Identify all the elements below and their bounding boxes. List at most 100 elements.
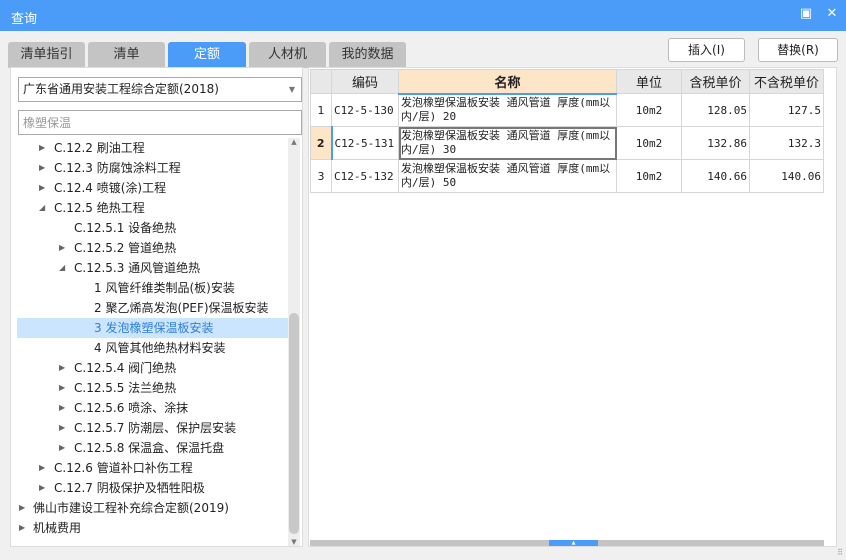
tree-node[interactable]: ▶ C.12.5.8 保温盒、保温托盘 <box>17 438 289 458</box>
tree-node-label: C.12.5.6 喷涂、涂抹 <box>74 401 189 415</box>
left-panel: 广东省通用安装工程综合定额(2018) ▼ ▶ C.12.2 刷油工程 ▶ C.12.… <box>10 67 303 547</box>
code-cell[interactable]: C12-5-132 <box>331 159 399 193</box>
tree-node[interactable]: ▶ 佛山市建设工程补充综合定额(2019) <box>17 498 289 518</box>
tree-node[interactable]: 3 发泡橡塑保温板安装 <box>17 318 289 338</box>
tab-quota[interactable]: 定额 <box>168 42 246 68</box>
tree-node[interactable]: ▶ C.12.3 防腐蚀涂料工程 <box>17 158 289 178</box>
tree-scrollbar[interactable]: ▲ ▼ <box>288 138 300 546</box>
collapsed-arrow-icon[interactable]: ▶ <box>59 398 65 418</box>
tree-node-label: C.12.5 绝热工程 <box>54 201 145 215</box>
tab-my-data[interactable]: 我的数据 <box>329 42 406 68</box>
row-number[interactable]: 1 <box>310 93 332 127</box>
tree-node[interactable]: 4 风管其他绝热材料安装 <box>17 338 289 358</box>
tax-price-cell[interactable]: 132.86 <box>681 126 750 160</box>
close-icon[interactable]: ✕ <box>824 6 840 22</box>
code-cell[interactable]: C12-5-130 <box>331 93 399 127</box>
col-tax-price[interactable]: 含税单价 <box>681 69 750 94</box>
library-select[interactable]: 广东省通用安装工程综合定额(2018) ▼ <box>18 77 302 102</box>
tree-node-label: C.12.7 阴极保护及牺牲阳极 <box>54 481 205 495</box>
row-number[interactable]: 3 <box>310 159 332 193</box>
tree-node-label: C.12.5.1 设备绝热 <box>74 221 177 235</box>
tree-node[interactable]: ▶ 机械费用 <box>17 518 289 538</box>
tree-node-label: C.12.3 防腐蚀涂料工程 <box>54 161 181 175</box>
tree-node[interactable]: ▶ C.12.7 阴极保护及牺牲阳极 <box>17 478 289 498</box>
collapsed-arrow-icon[interactable]: ▶ <box>59 438 65 458</box>
tree-node[interactable]: C.12.5.1 设备绝热 <box>17 218 289 238</box>
results-table: 编码 名称 单位 含税单价 不含税单价 1 C12-5-130 发泡橡塑保温板安装 … <box>310 69 824 193</box>
collapsed-arrow-icon[interactable]: ▶ <box>59 358 65 378</box>
tree-node[interactable]: 2 聚乙烯高发泡(PEF)保温板安装 <box>17 298 289 318</box>
collapsed-arrow-icon[interactable]: ▶ <box>19 498 25 518</box>
insert-button[interactable]: 插入(I) <box>668 38 745 62</box>
col-notax-price[interactable]: 不含税单价 <box>749 69 824 94</box>
col-name[interactable]: 名称 <box>398 69 617 95</box>
horizontal-scrollbar[interactable]: ▲ <box>310 540 824 546</box>
tree-node[interactable]: ▶ C.12.5.5 法兰绝热 <box>17 378 289 398</box>
collapsed-arrow-icon[interactable]: ▶ <box>59 378 65 398</box>
tree-node[interactable]: ▶ C.12.5.7 防潮层、保护层安装 <box>17 418 289 438</box>
tab-list-guide[interactable]: 清单指引 <box>8 42 85 68</box>
restore-icon[interactable]: ▣ <box>798 6 814 22</box>
code-cell[interactable]: C12-5-131 <box>331 126 399 160</box>
row-number[interactable]: 2 <box>310 126 333 160</box>
tree-node-label: 2 聚乙烯高发泡(PEF)保温板安装 <box>94 301 269 315</box>
notax-price-cell[interactable]: 132.3 <box>749 126 824 160</box>
search-input[interactable] <box>18 110 302 135</box>
tree-node-label: C.12.4 喷镀(涂)工程 <box>54 181 167 195</box>
tree-node-label: C.12.5.7 防潮层、保护层安装 <box>74 421 237 435</box>
tree-node-label: C.12.5.3 通风管道绝热 <box>74 261 201 275</box>
tree-node[interactable]: ▶ C.12.4 喷镀(涂)工程 <box>17 178 289 198</box>
tab-labor-material[interactable]: 人材机 <box>249 42 326 68</box>
tree-node[interactable]: ◢ C.12.5.3 通风管道绝热 <box>17 258 289 278</box>
unit-cell[interactable]: 10m2 <box>616 126 682 160</box>
tax-price-cell[interactable]: 140.66 <box>681 159 750 193</box>
collapsed-arrow-icon[interactable]: ▶ <box>39 158 45 178</box>
col-unit[interactable]: 单位 <box>616 69 682 94</box>
tree-node[interactable]: 1 风管纤维类制品(板)安装 <box>17 278 289 298</box>
unit-cell[interactable]: 10m2 <box>616 159 682 193</box>
tree-node[interactable]: ▶ C.12.5.6 喷涂、涂抹 <box>17 398 289 418</box>
collapsed-arrow-icon[interactable]: ▶ <box>39 178 45 198</box>
scroll-down-icon[interactable]: ▼ <box>288 538 300 546</box>
name-cell[interactable]: 发泡橡塑保温板安装 通风管道 厚度(mm以内/层) 20 <box>398 93 617 127</box>
results-panel: 编码 名称 单位 含税单价 不含税单价 1 C12-5-130 发泡橡塑保温板安装 … <box>308 67 837 547</box>
name-cell[interactable]: 发泡橡塑保温板安装 通风管道 厚度(mm以内/层) 50 <box>398 159 617 193</box>
col-code[interactable]: 编码 <box>331 69 399 94</box>
tree-node[interactable]: ▶ C.12.5.4 阀门绝热 <box>17 358 289 378</box>
window-title: 查询 <box>11 12 38 27</box>
tree-node-label: 1 风管纤维类制品(板)安装 <box>94 281 235 295</box>
scroll-up-icon[interactable]: ▲ <box>288 138 300 146</box>
expanded-arrow-icon[interactable]: ◢ <box>59 258 65 278</box>
notax-price-cell[interactable]: 140.06 <box>749 159 824 193</box>
tree-node[interactable]: ▶ C.12.5.2 管道绝热 <box>17 238 289 258</box>
scrollbar-thumb[interactable] <box>289 313 299 534</box>
replace-button[interactable]: 替换(R) <box>758 38 838 62</box>
tree-node-label: 机械费用 <box>33 521 82 535</box>
collapsed-arrow-icon[interactable]: ▶ <box>39 478 45 498</box>
table-row[interactable]: 2 C12-5-131 发泡橡塑保温板安装 通风管道 厚度(mm以内/层) 30 10… <box>310 126 824 160</box>
table-row[interactable]: 3 C12-5-132 发泡橡塑保温板安装 通风管道 厚度(mm以内/层) 50 10… <box>310 159 824 193</box>
tree-node-label: 4 风管其他绝热材料安装 <box>94 341 226 355</box>
resize-grip-icon[interactable]: ⠿ <box>837 548 843 557</box>
unit-cell[interactable]: 10m2 <box>616 93 682 127</box>
tax-price-cell[interactable]: 128.05 <box>681 93 750 127</box>
collapsed-arrow-icon[interactable]: ▶ <box>39 138 45 158</box>
notax-price-cell[interactable]: 127.5 <box>749 93 824 127</box>
tree-node[interactable]: ▶ C.12.2 刷油工程 <box>17 138 289 158</box>
tab-list[interactable]: 清单 <box>88 42 165 68</box>
collapsed-arrow-icon[interactable]: ▶ <box>39 458 45 478</box>
col-rownum <box>310 69 332 94</box>
expanded-arrow-icon[interactable]: ◢ <box>39 198 45 218</box>
collapsed-arrow-icon[interactable]: ▶ <box>59 418 65 438</box>
title-bar: 查询 ▣ ✕ <box>0 0 846 31</box>
tree-node[interactable]: ▶ C.12.6 管道补口补伤工程 <box>17 458 289 478</box>
tree-node-label: C.12.5.4 阀门绝热 <box>74 361 177 375</box>
name-cell[interactable]: 发泡橡塑保温板安装 通风管道 厚度(mm以内/层) 30 <box>398 126 617 160</box>
splitter-handle[interactable]: ▲ <box>549 540 598 546</box>
tree-node[interactable]: ◢ C.12.5 绝热工程 <box>17 198 289 218</box>
tree-node-label: C.12.6 管道补口补伤工程 <box>54 461 193 475</box>
tree-node-label: 佛山市建设工程补充综合定额(2019) <box>33 501 229 515</box>
collapsed-arrow-icon[interactable]: ▶ <box>59 238 65 258</box>
collapsed-arrow-icon[interactable]: ▶ <box>19 518 25 538</box>
table-row[interactable]: 1 C12-5-130 发泡橡塑保温板安装 通风管道 厚度(mm以内/层) 20 10… <box>310 93 824 127</box>
